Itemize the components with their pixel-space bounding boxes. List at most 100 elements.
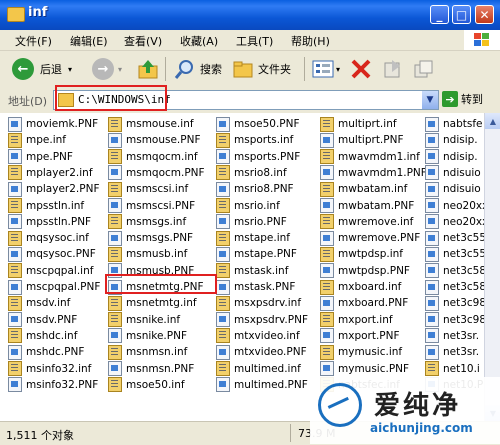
- file-item[interactable]: msmusb.PNF: [108, 263, 208, 279]
- file-item[interactable]: msinfo32.PNF: [8, 377, 108, 393]
- menu-favorites[interactable]: 收藏(A): [180, 33, 218, 49]
- file-item[interactable]: mpe.PNF: [8, 149, 108, 165]
- file-item[interactable]: msoe50.PNF: [216, 116, 316, 132]
- file-item[interactable]: multimed.inf: [216, 361, 316, 377]
- file-item[interactable]: net3c55: [425, 230, 484, 246]
- close-button[interactable]: ✕: [475, 5, 494, 24]
- file-item[interactable]: multiprt.inf: [320, 116, 420, 132]
- file-item[interactable]: mscpqpal.PNF: [8, 279, 108, 295]
- file-item[interactable]: mscpqpal.inf: [8, 263, 108, 279]
- file-item[interactable]: mwavmdm1.PNF: [320, 165, 427, 181]
- move-to-button[interactable]: [382, 56, 404, 82]
- file-item[interactable]: msrio.inf: [216, 198, 316, 214]
- forward-button[interactable]: → ▾: [92, 56, 122, 82]
- menu-edit[interactable]: 编辑(E): [70, 33, 108, 49]
- file-item[interactable]: net3c98: [425, 295, 484, 311]
- file-item[interactable]: mstape.inf: [216, 230, 316, 246]
- go-button[interactable]: ➔ 转到: [442, 91, 483, 107]
- file-item[interactable]: mpe.inf: [8, 132, 108, 148]
- file-item[interactable]: msnmsn.inf: [108, 344, 208, 360]
- file-item[interactable]: mwremove.inf: [320, 214, 420, 230]
- file-item[interactable]: msoe50.inf: [108, 377, 208, 393]
- file-list[interactable]: moviemk.PNF mpe.inf mpe.PNF mplayer2.inf mpl…: [0, 113, 484, 421]
- address-input[interactable]: C:\WINDOWS\inf ▼: [53, 90, 439, 110]
- file-item[interactable]: ndisip.: [425, 149, 484, 165]
- file-item[interactable]: msxpsdrv.PNF: [216, 312, 316, 328]
- menu-tools[interactable]: 工具(T): [236, 33, 273, 49]
- file-item[interactable]: mxboard.inf: [320, 279, 420, 295]
- search-button[interactable]: 搜索: [174, 56, 222, 82]
- file-item[interactable]: mpsstln.PNF: [8, 214, 108, 230]
- file-item[interactable]: msrio.PNF: [216, 214, 316, 230]
- file-item[interactable]: mymusic.inf: [320, 344, 420, 360]
- file-item[interactable]: msmscsi.inf: [108, 181, 208, 197]
- file-item[interactable]: mtxvideo.PNF: [216, 344, 316, 360]
- file-item[interactable]: mstape.PNF: [216, 246, 316, 262]
- file-item[interactable]: msxpsdrv.inf: [216, 295, 316, 311]
- file-item[interactable]: mwbatam.PNF: [320, 198, 420, 214]
- file-item[interactable]: net10.i: [425, 361, 484, 377]
- file-item[interactable]: msmqocm.inf: [108, 149, 208, 165]
- file-item[interactable]: msmsgs.inf: [108, 214, 208, 230]
- file-item[interactable]: msrio8.inf: [216, 165, 316, 181]
- file-item[interactable]: mwbatam.inf: [320, 181, 420, 197]
- file-item[interactable]: msports.PNF: [216, 149, 316, 165]
- file-item[interactable]: mymusic.PNF: [320, 361, 420, 377]
- file-item[interactable]: multiprt.PNF: [320, 132, 420, 148]
- delete-button[interactable]: [350, 56, 372, 82]
- file-item[interactable]: msnetmtg.PNF: [108, 279, 208, 295]
- file-item[interactable]: mtxvideo.inf: [216, 328, 316, 344]
- file-item[interactable]: mqsysoc.PNF: [8, 246, 108, 262]
- file-item[interactable]: mplayer2.PNF: [8, 181, 108, 197]
- file-item[interactable]: msnike.PNF: [108, 328, 208, 344]
- file-item[interactable]: msmusb.inf: [108, 246, 208, 262]
- file-item[interactable]: msdv.inf: [8, 295, 108, 311]
- maximize-button[interactable]: □: [452, 5, 471, 24]
- file-item[interactable]: msdv.PNF: [8, 312, 108, 328]
- file-item[interactable]: ndisip.: [425, 132, 484, 148]
- file-item[interactable]: ndisuio: [425, 165, 484, 181]
- back-button[interactable]: ← 后退 ▾: [12, 56, 72, 82]
- file-item[interactable]: msmscsi.PNF: [108, 198, 208, 214]
- file-item[interactable]: mwtpdsp.inf: [320, 246, 420, 262]
- file-item[interactable]: msmqocm.PNF: [108, 165, 208, 181]
- file-item[interactable]: neo20xx: [425, 214, 484, 230]
- up-folder-button[interactable]: [136, 56, 160, 82]
- file-item[interactable]: mxboard.PNF: [320, 295, 420, 311]
- file-item[interactable]: mpsstln.inf: [8, 198, 108, 214]
- file-item[interactable]: net3sr.: [425, 344, 484, 360]
- file-item[interactable]: msports.inf: [216, 132, 316, 148]
- file-item[interactable]: mxport.PNF: [320, 328, 420, 344]
- views-button[interactable]: ▾: [312, 56, 340, 82]
- file-item[interactable]: mwremove.PNF: [320, 230, 420, 246]
- file-item[interactable]: msmouse.PNF: [108, 132, 208, 148]
- file-item[interactable]: ndisuio: [425, 181, 484, 197]
- file-item[interactable]: net3c55: [425, 246, 484, 262]
- file-item[interactable]: multimed.PNF: [216, 377, 316, 393]
- file-item[interactable]: mwavmdm1.inf: [320, 149, 420, 165]
- file-item[interactable]: net3c58: [425, 279, 484, 295]
- file-item[interactable]: msnike.inf: [108, 312, 208, 328]
- file-item[interactable]: net3c58: [425, 263, 484, 279]
- file-item[interactable]: msrio8.PNF: [216, 181, 316, 197]
- file-item[interactable]: msnetmtg.inf: [108, 295, 208, 311]
- file-item[interactable]: neo20xx: [425, 198, 484, 214]
- scroll-up-icon[interactable]: ▲: [485, 113, 500, 129]
- folders-button[interactable]: 文件夹: [232, 56, 291, 82]
- file-item[interactable]: mstask.inf: [216, 263, 316, 279]
- file-item[interactable]: msmsgs.PNF: [108, 230, 208, 246]
- file-item[interactable]: nabtsfe: [425, 116, 484, 132]
- file-item[interactable]: msmouse.inf: [108, 116, 208, 132]
- address-dropdown-icon[interactable]: ▼: [422, 91, 438, 109]
- menu-help[interactable]: 帮助(H): [291, 33, 330, 49]
- file-item[interactable]: mplayer2.inf: [8, 165, 108, 181]
- minimize-button[interactable]: _: [430, 5, 449, 24]
- file-item[interactable]: mqsysoc.inf: [8, 230, 108, 246]
- menu-file[interactable]: 文件(F): [15, 33, 52, 49]
- file-item[interactable]: net3sr.: [425, 328, 484, 344]
- file-item[interactable]: msinfo32.inf: [8, 361, 108, 377]
- file-item[interactable]: net3c98: [425, 312, 484, 328]
- menu-view[interactable]: 查看(V): [124, 33, 162, 49]
- file-item[interactable]: moviemk.PNF: [8, 116, 108, 132]
- file-item[interactable]: mstask.PNF: [216, 279, 316, 295]
